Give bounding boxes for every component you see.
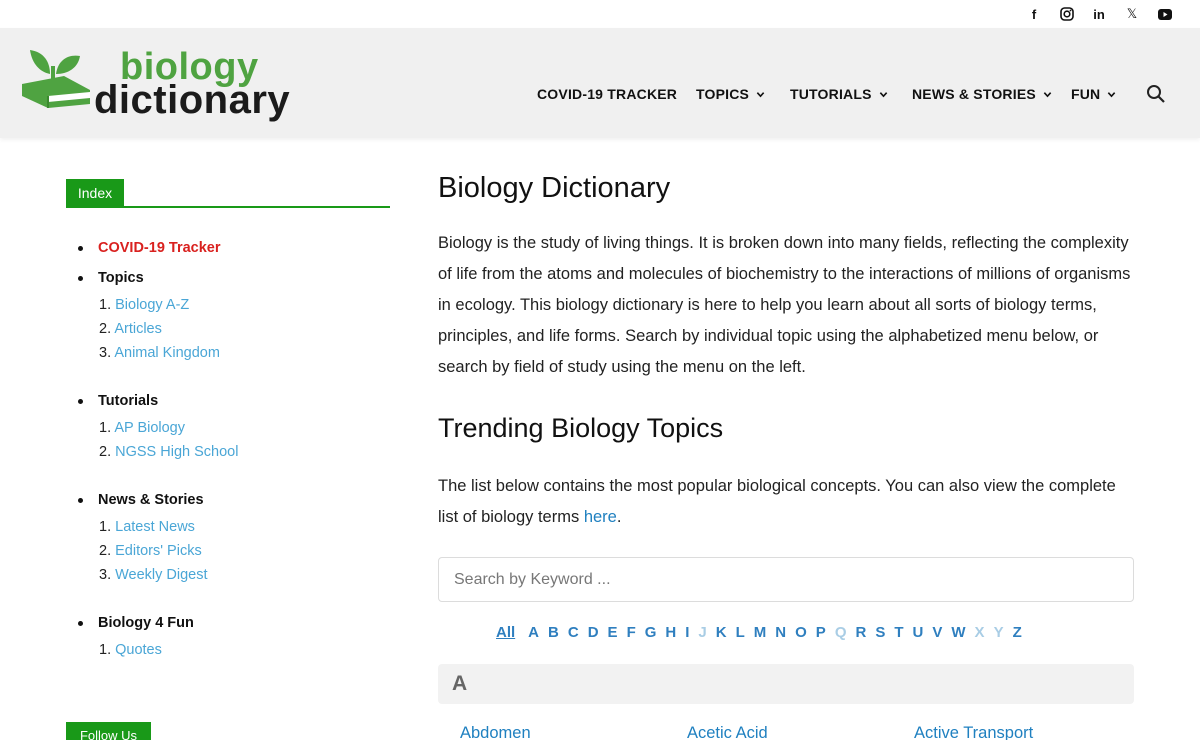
chevron-down-icon bbox=[879, 91, 887, 97]
sidebar-heading-topics: Topics bbox=[98, 270, 144, 286]
alphabet-letter-o[interactable]: O bbox=[795, 624, 807, 641]
nav-fun[interactable]: FUN bbox=[1071, 86, 1116, 102]
alphabet-letter-z[interactable]: Z bbox=[1013, 624, 1022, 641]
alphabet-letter-u[interactable]: U bbox=[913, 624, 924, 641]
sidebar-link-weekly-digest[interactable]: Weekly Digest bbox=[115, 567, 207, 583]
linkedin-icon[interactable]: in bbox=[1091, 6, 1107, 22]
chevron-down-icon bbox=[1043, 91, 1052, 97]
bullet bbox=[78, 399, 83, 404]
alphabet-letter-k[interactable]: K bbox=[716, 624, 727, 641]
nav-news-label: NEWS & STORIES bbox=[912, 86, 1036, 102]
sidebar-index-divider bbox=[66, 206, 390, 208]
sidebar-index-tab: Index bbox=[66, 179, 124, 207]
site-logo[interactable]: biology dictionary bbox=[20, 46, 300, 126]
sidebar-item: 2. Editors' Picks bbox=[99, 543, 202, 559]
sidebar-item: 1. AP Biology bbox=[99, 420, 185, 436]
alphabet-letter-q: Q bbox=[834, 624, 847, 641]
term-link-acetic-acid[interactable]: Acetic Acid bbox=[687, 724, 768, 740]
alphabet-letter-w[interactable]: W bbox=[951, 624, 965, 641]
facebook-icon[interactable]: f bbox=[1026, 6, 1042, 22]
alphabet-letter-d[interactable]: D bbox=[588, 624, 599, 641]
nav-topics[interactable]: TOPICS bbox=[696, 86, 765, 102]
sidebar-heading-tutorials: Tutorials bbox=[98, 393, 159, 409]
nav-topics-label: TOPICS bbox=[696, 86, 750, 102]
bullet bbox=[78, 498, 83, 503]
nav-news-stories[interactable]: NEWS & STORIES bbox=[912, 86, 1052, 102]
alphabet-all[interactable]: All bbox=[496, 624, 515, 641]
instagram-icon[interactable] bbox=[1059, 6, 1075, 22]
alphabet-letter-r[interactable]: R bbox=[855, 624, 866, 641]
sidebar-item: 2. Articles bbox=[99, 321, 162, 337]
alphabet-letter-l[interactable]: L bbox=[736, 624, 745, 641]
alphabet-letter-m[interactable]: M bbox=[754, 624, 767, 641]
sidebar-link-ap-biology[interactable]: AP Biology bbox=[114, 420, 185, 436]
page-title: Biology Dictionary bbox=[438, 172, 671, 204]
alphabet-letter-y: Y bbox=[993, 624, 1004, 641]
alphabet-letter-g[interactable]: G bbox=[645, 624, 657, 641]
sidebar-item: 2. NGSS High School bbox=[99, 444, 239, 460]
sidebar-heading-news: News & Stories bbox=[98, 492, 204, 508]
alphabet-letter-h[interactable]: H bbox=[665, 624, 676, 641]
bullet bbox=[78, 621, 83, 626]
term-link-abdomen[interactable]: Abdomen bbox=[460, 724, 531, 740]
term-link-active-transport[interactable]: Active Transport bbox=[914, 724, 1033, 740]
sidebar-link-articles[interactable]: Articles bbox=[114, 321, 162, 337]
chevron-down-icon bbox=[1108, 91, 1116, 97]
book-sprout-icon bbox=[22, 50, 90, 108]
bullet bbox=[78, 246, 83, 251]
sidebar-link-biology-a-z[interactable]: Biology A-Z bbox=[115, 297, 189, 313]
youtube-icon[interactable] bbox=[1157, 6, 1173, 22]
alphabet-letter-i[interactable]: I bbox=[685, 624, 689, 641]
trending-paragraph: The list below contains the most popular… bbox=[438, 471, 1138, 533]
alphabet-letter-t[interactable]: T bbox=[894, 624, 903, 641]
sidebar-item: 1. Quotes bbox=[99, 642, 162, 658]
letter-section-header: A bbox=[438, 664, 1134, 704]
alphabet-filter: All ABCDEFGHIJKLMNOPQRSTUVWXYZ bbox=[496, 624, 1031, 641]
sidebar-link-animal-kingdom[interactable]: Animal Kingdom bbox=[114, 345, 220, 361]
intro-paragraph: Biology is the study of living things. I… bbox=[438, 234, 1131, 376]
site-header: biology dictionary COVID-19 TRACKER TOPI… bbox=[0, 28, 1200, 138]
chevron-down-icon bbox=[756, 91, 765, 97]
alphabet-letter-a[interactable]: A bbox=[528, 624, 539, 641]
sidebar-item-covid-tracker[interactable]: COVID-19 Tracker bbox=[98, 240, 221, 256]
nav-covid-label: COVID-19 TRACKER bbox=[537, 86, 678, 102]
keyword-search-input[interactable] bbox=[438, 557, 1134, 602]
all-terms-link[interactable]: here bbox=[584, 508, 617, 526]
alphabet-letter-f[interactable]: F bbox=[627, 624, 636, 641]
sidebar-item: 3. Weekly Digest bbox=[99, 567, 208, 583]
sidebar-item: 1. Latest News bbox=[99, 519, 195, 535]
sidebar-heading-fun: Biology 4 Fun bbox=[98, 615, 194, 631]
logo-word-dictionary: dictionary bbox=[94, 78, 291, 122]
trending-heading: Trending Biology Topics bbox=[438, 413, 724, 443]
alphabet-letter-v[interactable]: V bbox=[932, 624, 942, 641]
nav-tutorials-label: TUTORIALS bbox=[790, 86, 872, 102]
nav-fun-label: FUN bbox=[1071, 86, 1101, 102]
sidebar-follow-tab: Follow Us bbox=[66, 722, 151, 740]
alphabet-letter-j: J bbox=[698, 624, 707, 641]
sidebar-item: 3. Animal Kingdom bbox=[99, 345, 220, 361]
alphabet-letter-e[interactable]: E bbox=[608, 624, 618, 641]
x-icon[interactable]: 𝕏 bbox=[1124, 6, 1140, 22]
sidebar-item: 1. Biology A-Z bbox=[99, 297, 190, 313]
nav-covid-tracker[interactable]: COVID-19 TRACKER bbox=[537, 86, 677, 102]
alphabet-letter-s[interactable]: S bbox=[875, 624, 885, 641]
search-icon[interactable] bbox=[1146, 84, 1166, 104]
social-bar: f in 𝕏 bbox=[0, 0, 1200, 28]
alphabet-letter-b[interactable]: B bbox=[548, 624, 559, 641]
bullet bbox=[78, 276, 83, 281]
sidebar-link-latest-news[interactable]: Latest News bbox=[115, 519, 195, 535]
alphabet-letter-c[interactable]: C bbox=[568, 624, 579, 641]
letter-heading: A bbox=[452, 672, 468, 695]
sidebar-link-quotes[interactable]: Quotes bbox=[115, 642, 162, 658]
trending-end: . bbox=[616, 508, 622, 526]
alphabet-letter-p[interactable]: P bbox=[816, 624, 826, 641]
nav-tutorials[interactable]: TUTORIALS bbox=[790, 86, 888, 102]
sidebar-link-ngss[interactable]: NGSS High School bbox=[115, 444, 238, 460]
trending-text: The list below contains the most popular… bbox=[438, 477, 1116, 526]
alphabet-letter-n[interactable]: N bbox=[775, 624, 786, 641]
sidebar-link-editors-picks[interactable]: Editors' Picks bbox=[115, 543, 202, 559]
alphabet-letter-x: X bbox=[974, 624, 985, 641]
